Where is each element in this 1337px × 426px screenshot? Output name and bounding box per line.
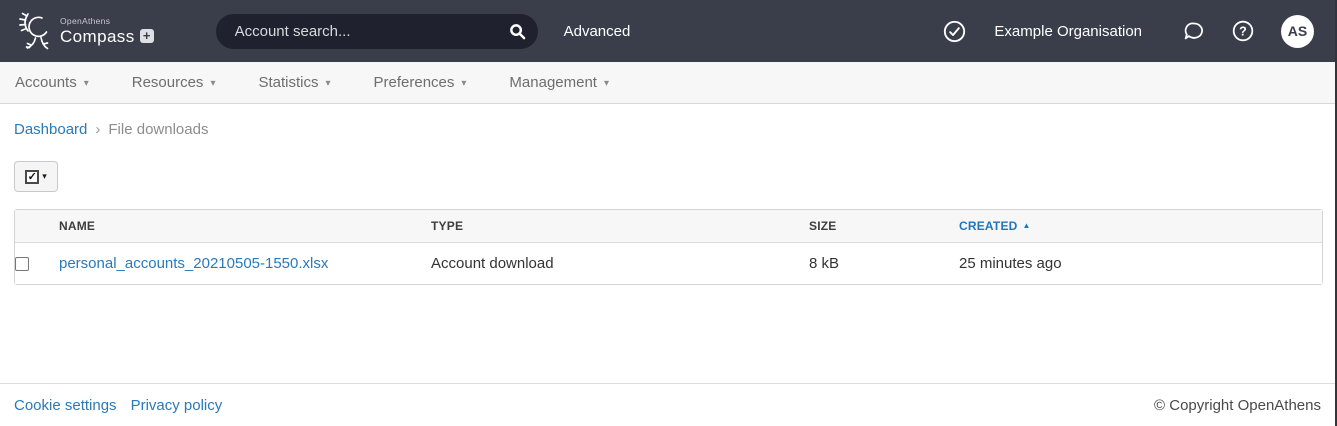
help-icon[interactable]: ?: [1231, 19, 1255, 43]
column-header-created[interactable]: CREATED▲: [959, 210, 1322, 243]
sort-asc-icon: ▲: [1023, 221, 1031, 230]
organisation-name: Example Organisation: [994, 23, 1142, 40]
advanced-search-link[interactable]: Advanced: [564, 23, 631, 40]
avatar[interactable]: AS: [1281, 15, 1314, 48]
cell-name: personal_accounts_20210505-1550.xlsx: [59, 243, 431, 284]
brand-name-small: OpenAthens: [60, 17, 154, 26]
nav-item-resources[interactable]: Resources ▾: [132, 74, 216, 91]
nav-item-management[interactable]: Management ▾: [509, 74, 609, 91]
cell-type: Account download: [431, 243, 809, 284]
chevron-down-icon: ▾: [461, 77, 466, 89]
column-header-type[interactable]: TYPE: [431, 210, 809, 243]
brand-name-large: Compass: [60, 28, 135, 46]
checked-checkbox-icon: ✓: [25, 170, 39, 184]
search-icon[interactable]: [505, 21, 530, 42]
bulk-select-button[interactable]: ✓ ▾: [14, 161, 58, 192]
chevron-down-icon: ▾: [84, 77, 89, 89]
account-search: [216, 14, 538, 49]
row-select-cell: [15, 243, 59, 284]
main-nav: Accounts ▾ Resources ▾ Statistics ▾ Pref…: [0, 62, 1335, 104]
table-header-row: NAME TYPE SIZE CREATED▲: [15, 210, 1322, 243]
file-downloads-table: NAME TYPE SIZE CREATED▲ personal_account…: [14, 209, 1323, 285]
cell-created: 25 minutes ago: [959, 243, 1322, 284]
plus-badge-icon: +: [140, 29, 154, 43]
page: OpenAthens Compass + Advanced: [0, 0, 1337, 426]
row-checkbox[interactable]: [15, 257, 29, 271]
chevron-down-icon: ▾: [604, 77, 609, 89]
chevron-down-icon: ▾: [210, 77, 215, 89]
main-content: Dashboard › File downloads ✓ ▾ NAME TYPE: [0, 104, 1335, 383]
breadcrumb-separator-icon: ›: [95, 121, 100, 138]
column-header-size[interactable]: SIZE: [809, 210, 959, 243]
table-row: personal_accounts_20210505-1550.xlsx Acc…: [15, 243, 1322, 284]
owl-logo-icon: [14, 10, 54, 52]
copyright-text: © Copyright OpenAthens: [1154, 397, 1321, 414]
file-download-link[interactable]: personal_accounts_20210505-1550.xlsx: [59, 255, 328, 272]
svg-text:?: ?: [1239, 24, 1247, 38]
chevron-down-icon: ▾: [325, 77, 330, 89]
account-search-input[interactable]: [233, 22, 505, 41]
cookie-settings-link[interactable]: Cookie settings: [14, 397, 117, 414]
breadcrumb-dashboard-link[interactable]: Dashboard: [14, 121, 87, 138]
breadcrumb-current: File downloads: [108, 121, 208, 138]
nav-item-accounts[interactable]: Accounts ▾: [15, 74, 89, 91]
nav-item-preferences[interactable]: Preferences ▾: [374, 74, 467, 91]
app-header: OpenAthens Compass + Advanced: [0, 0, 1335, 62]
column-header-name[interactable]: NAME: [59, 210, 431, 243]
nav-item-statistics[interactable]: Statistics ▾: [258, 74, 330, 91]
openathens-compass-logo[interactable]: OpenAthens Compass +: [14, 10, 154, 52]
privacy-policy-link[interactable]: Privacy policy: [131, 397, 223, 414]
chevron-down-icon: ▾: [42, 172, 47, 181]
breadcrumb: Dashboard › File downloads: [14, 121, 1321, 138]
chat-icon[interactable]: [1181, 19, 1206, 43]
app-footer: Cookie settings Privacy policy © Copyrig…: [0, 383, 1335, 426]
status-check-icon[interactable]: [942, 19, 967, 44]
cell-size: 8 kB: [809, 243, 959, 284]
select-column-header: [15, 210, 59, 243]
